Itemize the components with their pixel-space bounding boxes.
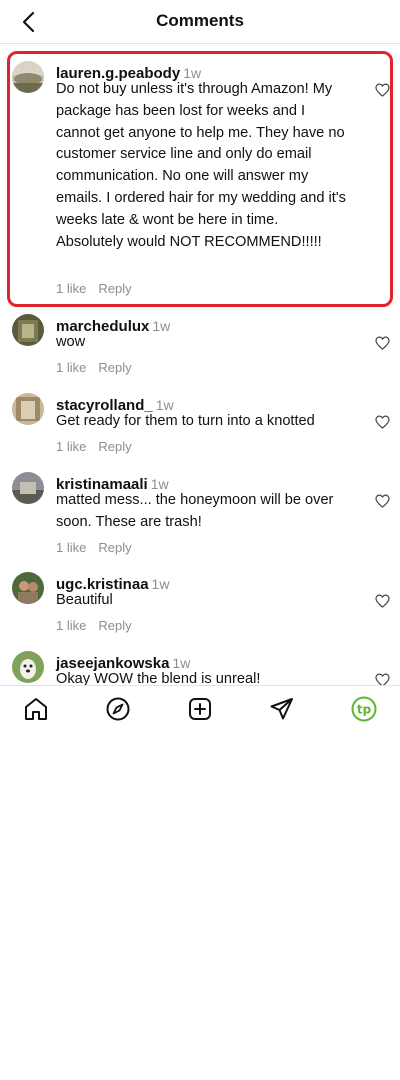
heart-icon[interactable]	[375, 673, 390, 685]
avatar[interactable]	[12, 393, 44, 425]
comment-text: matted mess... the honeymoon will be ove…	[56, 492, 334, 530]
comment-meta: 1 like Reply	[56, 439, 132, 454]
comment-meta: 1 like Reply	[56, 618, 132, 633]
tab-create[interactable]	[186, 695, 214, 723]
comments-list[interactable]: lauren.g.peabody 1w Do not buy unless it'…	[0, 44, 400, 685]
heart-icon[interactable]	[375, 336, 390, 350]
create-icon	[189, 698, 211, 720]
likes-count[interactable]: 1 like	[56, 540, 86, 555]
comment-text: Okay WOW the blend is unreal!	[56, 671, 261, 685]
comment-text: Beautiful ⁡	[56, 592, 117, 608]
reply-button[interactable]: Reply	[98, 439, 131, 454]
comment-text: wow	[56, 334, 86, 350]
avatar[interactable]	[12, 472, 44, 504]
heart-icon[interactable]	[375, 594, 390, 608]
comment-meta: 1 like Reply	[56, 360, 132, 375]
page-title: Comments	[156, 11, 244, 30]
tab-explore[interactable]	[104, 695, 132, 723]
likes-count[interactable]: 1 like	[56, 439, 86, 454]
reply-button[interactable]: Reply	[98, 618, 131, 633]
profile-initials: tp	[357, 703, 372, 717]
tab-direct[interactable]	[268, 695, 296, 723]
tab-home[interactable]	[22, 695, 50, 723]
avatar[interactable]	[12, 572, 44, 604]
tab-profile[interactable]: tp	[350, 695, 378, 723]
heart-icon[interactable]	[375, 494, 390, 508]
bottom-tab-bar: tp	[0, 685, 400, 730]
likes-count[interactable]: 1 like	[56, 281, 86, 296]
profile-avatar: tp	[351, 696, 377, 722]
direct-message-icon	[270, 698, 293, 720]
home-icon	[25, 698, 47, 720]
heart-icon[interactable]	[375, 415, 390, 429]
heart-icon[interactable]	[375, 83, 390, 97]
avatar[interactable]	[12, 61, 44, 93]
comment-meta: 1 like Reply	[56, 540, 132, 555]
likes-count[interactable]: 1 like	[56, 618, 86, 633]
comment-text: Get ready for them to turn into a knotte…	[56, 413, 315, 429]
avatar[interactable]	[12, 651, 44, 683]
comment-text: Do not buy unless it's through Amazon! M…	[56, 81, 346, 250]
reply-button[interactable]: Reply	[98, 281, 131, 296]
avatar[interactable]	[12, 314, 44, 346]
reply-button[interactable]: Reply	[98, 540, 131, 555]
comment-meta: 1 like Reply	[56, 281, 132, 296]
reply-button[interactable]: Reply	[98, 360, 131, 375]
header-bar: Comments	[0, 0, 400, 44]
likes-count[interactable]: 1 like	[56, 360, 86, 375]
explore-icon	[106, 697, 130, 721]
